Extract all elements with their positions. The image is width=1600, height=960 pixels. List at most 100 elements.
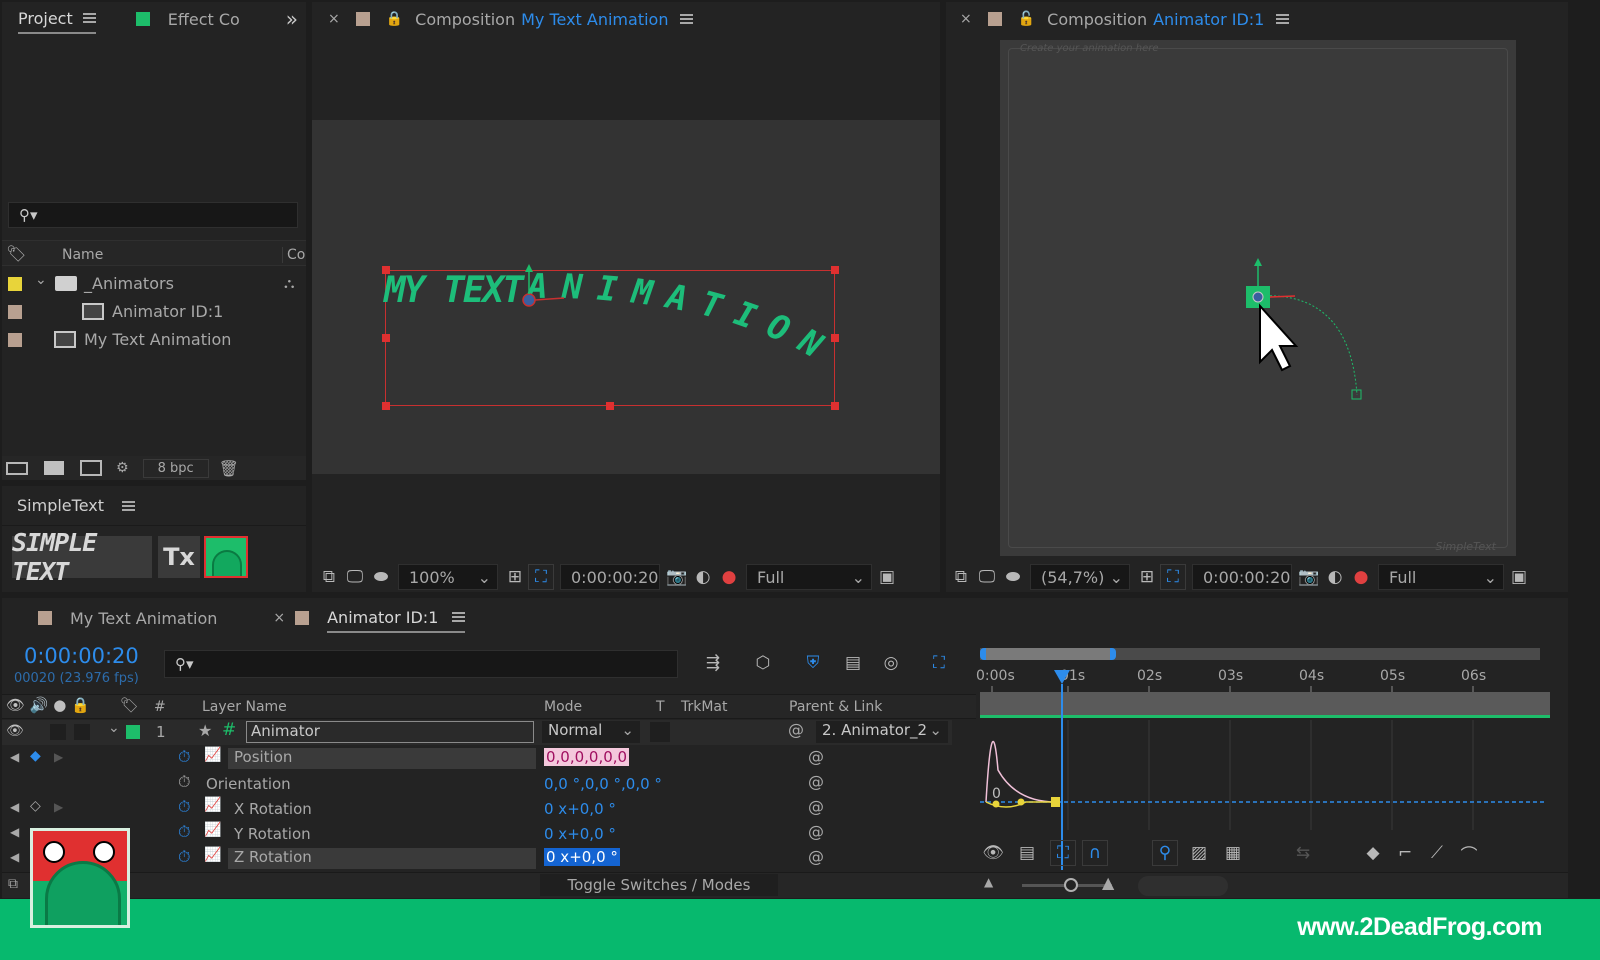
flowchart-settings-icon[interactable]: ⚙ bbox=[116, 460, 129, 476]
trash-icon[interactable]: 🗑 bbox=[219, 459, 239, 478]
prev-keyframe-icon[interactable]: ◀ bbox=[10, 750, 19, 764]
prev-keyframe-icon[interactable]: ◀ bbox=[10, 825, 19, 839]
graph-icon[interactable]: 📈 bbox=[204, 797, 221, 813]
new-composition-icon[interactable] bbox=[80, 460, 102, 476]
snapshot-icon[interactable]: 📷 bbox=[1296, 564, 1322, 590]
expression-icon[interactable]: @ bbox=[808, 797, 824, 816]
mode-dropdown[interactable]: Normal ⌄ bbox=[542, 721, 640, 743]
graph-icon[interactable]: 📈 bbox=[204, 747, 221, 763]
graph-icon[interactable]: 📈 bbox=[204, 847, 221, 863]
lock-icon[interactable]: 🔒 bbox=[386, 11, 403, 27]
layer-switches-icon[interactable]: ⧉ bbox=[8, 876, 18, 892]
timecode-field[interactable]: 0:00:00:20 bbox=[560, 564, 660, 590]
close-icon[interactable]: × bbox=[960, 11, 972, 27]
menu-icon[interactable] bbox=[82, 13, 96, 23]
bpc-button[interactable]: 8 bpc bbox=[142, 458, 209, 478]
pick-whip-icon[interactable]: @ bbox=[788, 720, 804, 739]
expression-icon[interactable]: @ bbox=[808, 772, 824, 791]
tab-effects[interactable]: Effect Co bbox=[168, 10, 240, 29]
playhead[interactable] bbox=[1054, 670, 1070, 684]
current-time-display[interactable]: 0:00:00:20 bbox=[24, 644, 139, 668]
prev-keyframe-icon[interactable]: ◀ bbox=[10, 850, 19, 864]
footer-url[interactable]: www.2DeadFrog.com bbox=[1297, 913, 1542, 942]
mask-visibility-icon[interactable]: ⬬ bbox=[1000, 564, 1026, 590]
layer-duration-bar[interactable] bbox=[980, 692, 1550, 718]
region-of-interest-icon[interactable]: ⊞ bbox=[502, 564, 528, 590]
separate-dimensions-icon[interactable]: ⇆ bbox=[1290, 840, 1316, 866]
channels-icon[interactable]: ● bbox=[1348, 564, 1374, 590]
flowchart-icon[interactable]: ⛬ bbox=[284, 274, 295, 292]
project-item-animator-comp[interactable]: Animator ID:1 bbox=[2, 300, 282, 324]
zoom-slider-thumb[interactable] bbox=[1064, 878, 1078, 892]
property-row-z-rotation[interactable]: ◀ ⏱ 📈 Z Rotation 0 x+0,0 ° @ bbox=[2, 846, 952, 871]
layer-label-swatch[interactable] bbox=[126, 725, 140, 739]
stopwatch-icon[interactable]: ⏱ bbox=[178, 822, 190, 842]
keyframe-empty-icon[interactable]: ◇ bbox=[30, 798, 41, 814]
zoom-dropdown[interactable]: (54,7%) ⌄ bbox=[1030, 564, 1130, 590]
shy-layers-icon[interactable]: ⛨ bbox=[800, 650, 826, 676]
graph-editor[interactable]: 0:00s 01s 02s 03s 04s 05s 06s 0 👁 ▤ ⛶ ∩ … bbox=[976, 640, 1568, 872]
frame-blending-icon[interactable]: ▤ bbox=[840, 650, 866, 676]
z-rotation-value[interactable]: 0 x+0,0 ° bbox=[544, 848, 620, 866]
expression-icon[interactable]: @ bbox=[808, 847, 824, 866]
tab-my-text-animation[interactable]: My Text Animation bbox=[70, 609, 217, 628]
parent-dropdown[interactable]: 2. Animator_2 ⌄ bbox=[816, 721, 948, 743]
prev-keyframe-icon[interactable]: ◀ bbox=[10, 800, 19, 814]
show-snapshot-icon[interactable]: ◐ bbox=[690, 564, 716, 590]
stopwatch-icon[interactable]: ⏱ bbox=[178, 797, 190, 817]
menu-icon[interactable] bbox=[680, 14, 694, 24]
orientation-value[interactable]: 0,0 °,0,0 °,0,0 ° bbox=[544, 775, 662, 793]
display-icon[interactable]: 🖵 bbox=[974, 564, 1000, 590]
graph-type-icon[interactable]: ▤ bbox=[1014, 840, 1040, 866]
resolution-dropdown[interactable]: Full ⌄ bbox=[1378, 564, 1504, 590]
layer-lock-box[interactable] bbox=[50, 724, 66, 740]
project-search-input[interactable]: ⚲▾ bbox=[8, 202, 298, 228]
tab-project[interactable]: Project bbox=[18, 4, 96, 34]
timecode-field[interactable]: 0:00:00:20 bbox=[1192, 564, 1292, 590]
always-preview-icon[interactable]: ⧉ bbox=[948, 564, 974, 590]
snap-icon[interactable]: ∩ bbox=[1082, 840, 1108, 866]
new-folder-icon[interactable] bbox=[44, 461, 64, 475]
linear-keyframe-icon[interactable]: ⟋ bbox=[1424, 840, 1450, 866]
trkmat-box[interactable] bbox=[650, 722, 670, 742]
eye-icon[interactable]: 👁 bbox=[980, 840, 1006, 866]
project-item-text-comp[interactable]: My Text Animation bbox=[2, 328, 282, 352]
composition-viewer[interactable]: MY TEXT ANIMATION bbox=[312, 120, 940, 474]
mask-visibility-icon[interactable]: ⬬ bbox=[368, 564, 394, 590]
resolution-dropdown[interactable]: Full ⌄ bbox=[746, 564, 872, 590]
graph-icon[interactable]: 📈 bbox=[204, 822, 221, 838]
chevron-down-icon[interactable]: ⌄ bbox=[35, 272, 47, 288]
zoom-in-icon[interactable]: ▲ bbox=[1102, 873, 1114, 892]
comp-mini-flowchart-icon[interactable]: ⇶ bbox=[700, 650, 726, 676]
column-name[interactable]: Name bbox=[62, 247, 103, 263]
transform-box-icon[interactable]: ⛶ bbox=[1050, 840, 1076, 866]
zoom-out-icon[interactable]: ▲ bbox=[984, 875, 993, 889]
y-rotation-value[interactable]: 0 x+0,0 ° bbox=[544, 825, 616, 843]
interpret-footage-icon[interactable] bbox=[6, 461, 28, 475]
property-row-x-rotation[interactable]: ◀ ◇ ▶ ⏱ 📈 X Rotation 0 x+0,0 ° @ bbox=[2, 796, 952, 821]
toggle-switches-modes-button[interactable]: Toggle Switches / Modes bbox=[540, 874, 778, 896]
lock-icon[interactable]: 🔓 bbox=[1018, 11, 1035, 27]
graph-editor-icon[interactable]: ⛶ bbox=[926, 650, 952, 676]
expression-icon[interactable]: @ bbox=[808, 747, 824, 766]
fit-selection-icon[interactable]: ▨ bbox=[1186, 840, 1212, 866]
menu-icon[interactable] bbox=[122, 500, 135, 511]
region-of-interest-icon[interactable]: ⊞ bbox=[1134, 564, 1160, 590]
navigator-bar[interactable] bbox=[1138, 876, 1228, 896]
column-comment[interactable]: Com bbox=[282, 247, 306, 263]
property-row-y-rotation[interactable]: ◀ ⏱ 📈 Y Rotation 0 x+0,0 ° @ bbox=[2, 821, 952, 846]
keyframe-edit-icon[interactable]: ◆ bbox=[1360, 840, 1386, 866]
keyframe-icon[interactable]: ◆ bbox=[30, 748, 41, 764]
close-icon[interactable]: × bbox=[328, 11, 340, 27]
position-value[interactable]: 0,0,0,0,0,0 bbox=[544, 748, 630, 766]
fast-previews-icon[interactable]: ▣ bbox=[1506, 564, 1532, 590]
layer-solo-box[interactable] bbox=[74, 724, 90, 740]
motion-blur-icon[interactable]: ◎ bbox=[878, 650, 904, 676]
stopwatch-icon[interactable]: ⏱ bbox=[178, 747, 190, 767]
fit-all-icon[interactable]: ▦ bbox=[1220, 840, 1246, 866]
x-rotation-value[interactable]: 0 x+0,0 ° bbox=[544, 800, 616, 818]
stopwatch-icon[interactable]: ⏱ bbox=[178, 847, 190, 867]
layer-name-field[interactable]: Animator bbox=[246, 721, 534, 743]
clear-text-format-button[interactable]: Tx bbox=[158, 536, 200, 578]
auto-zoom-icon[interactable]: ⚲ bbox=[1152, 840, 1178, 866]
